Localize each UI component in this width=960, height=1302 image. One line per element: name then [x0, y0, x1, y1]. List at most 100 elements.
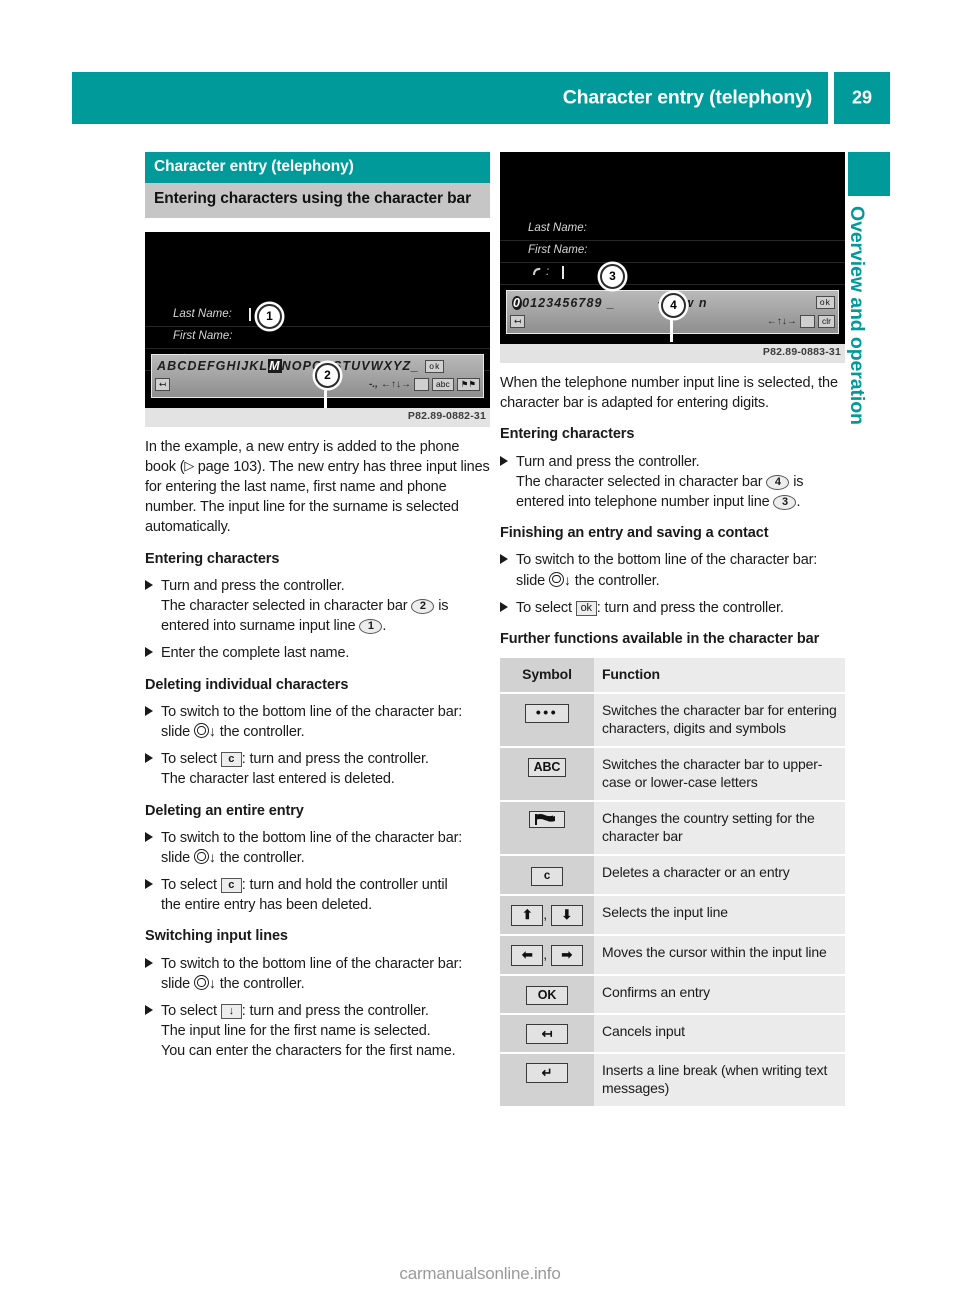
step-cont-a: The character selected in character bar — [161, 598, 408, 615]
line-break-key-icon: ↵ — [526, 1062, 568, 1083]
callout-ref-3-icon: 3 — [773, 494, 797, 510]
page-number: 29 — [851, 87, 873, 108]
symbol-cell-cancel: ↤ — [500, 1013, 594, 1054]
page-header: Character entry (telephony) 29 — [72, 72, 890, 124]
delete-key-icon: c — [531, 866, 563, 886]
ellipsis-key-icon: ••• — [524, 703, 570, 723]
controller-icon — [193, 849, 209, 865]
section-heading: Character entry (telephony) — [145, 152, 490, 183]
character-bar-selected-letter: M — [268, 359, 282, 374]
table-row: OK Confirms an entry — [500, 974, 845, 1015]
heading-further-functions: Further functions available in the chara… — [500, 630, 820, 647]
callout-4: 4 — [661, 293, 686, 318]
step-cont-a: The character selected in character bar — [516, 473, 763, 490]
step-continuation: The character selected in character bar … — [161, 596, 490, 636]
character-bar-space-key[interactable] — [799, 314, 816, 328]
symbol-cell-dots: ••• — [500, 692, 594, 748]
step-text-suffix: : turn and press the controller. — [241, 751, 429, 768]
step-enter-last-name: Enter the complete last name. — [145, 643, 490, 663]
function-cell: Switches the character bar for entering … — [594, 692, 845, 748]
cancel-key-icon: ↤ — [526, 1023, 568, 1044]
symbol-cell-updown: ⬆, ⬇ — [500, 894, 594, 936]
callout-ref-1-icon: 1 — [359, 619, 383, 635]
text-cursor — [562, 266, 564, 279]
callout-1: 1 — [257, 303, 282, 329]
step-bullet-icon — [500, 601, 508, 612]
step-bullet-icon — [145, 580, 153, 590]
down-arrow-key-icon: ⬇ — [550, 904, 583, 926]
slide-down-icon: ↓ — [563, 571, 571, 588]
left-column: Character entry (telephony) Entering cha… — [145, 152, 490, 1062]
step-continuation: the entire entry has been deleted. — [161, 897, 372, 914]
figure-caption-row-1: P82.89-0882-31 — [145, 407, 490, 427]
step-text-suffix: : turn and press the controller. — [596, 599, 784, 616]
symbol-cell-ok: OK — [500, 974, 594, 1015]
heading-entering-characters-left: Entering characters — [145, 550, 280, 567]
heading-deleting-entire-entry: Deleting an entire entry — [145, 802, 304, 819]
step-bullet-icon — [145, 831, 153, 842]
step-text-suffix: : turn and press the controller. — [241, 1003, 429, 1020]
step-text-prefix: To select — [161, 751, 217, 768]
watermark: carmanualsonline.info — [399, 1264, 561, 1283]
controller-icon — [548, 571, 564, 587]
step-select-down-arrow: To select ↓: turn and press the controll… — [145, 1001, 490, 1061]
step-bullet-icon — [145, 705, 153, 716]
character-bar-space: _ — [411, 359, 420, 374]
step-text: Turn and press the controller. — [161, 578, 345, 594]
table-row: c Deletes a character or an entry — [500, 854, 845, 896]
character-bar-digits-text: 0123456789 _ — [522, 295, 616, 310]
page-number-box: 29 — [834, 72, 890, 124]
page-reference[interactable]: page 103 — [198, 459, 257, 475]
character-bar-ok-key[interactable]: ok — [815, 296, 835, 309]
character-bar-cancel-key[interactable]: ↤ — [510, 314, 526, 328]
character-bar-abc-key[interactable]: abc — [432, 378, 454, 392]
step-text-b: the controller. — [219, 976, 305, 992]
screen-label-phone: : — [546, 266, 550, 278]
text-cursor — [249, 307, 251, 321]
screen-row-phone — [500, 262, 845, 285]
character-bar-cancel-key[interactable]: ↤ — [155, 378, 171, 392]
screen-label-last-name: Last Name: — [173, 307, 232, 320]
symbol-cell-leftright: ⬅, ➡ — [500, 934, 594, 976]
country-flag-key-icon — [529, 810, 565, 828]
step-switch-bottom-line-1: To switch to the bottom line of the char… — [145, 702, 490, 742]
heading-finishing-entry: Finishing an entry and saving a contact — [500, 525, 769, 542]
table-row: ↵ Inserts a line break (when writing tex… — [500, 1052, 845, 1108]
screen-label-last-name: Last Name: — [528, 222, 587, 234]
character-bar-arrows[interactable]: ←↑↓→ — [381, 379, 411, 390]
intro-paragraph-left: In the example, a new entry is added to … — [145, 437, 490, 538]
left-arrow-key-icon: ⬅ — [511, 944, 544, 966]
character-bar-selected-digit: 0 — [512, 295, 523, 310]
symbol-cell-enter: ↵ — [500, 1052, 594, 1108]
table-row: ABC Switches the character bar to upper-… — [500, 746, 845, 802]
table-row: ↤ Cancels input — [500, 1013, 845, 1054]
slide-down-icon: ↓ — [208, 723, 216, 740]
slide-down-icon: ↓ — [208, 975, 216, 991]
step-text: Turn and press the controller. — [516, 453, 700, 470]
figure-caption-row-2: P82.89-0883-31 — [500, 344, 845, 363]
step-bullet-icon — [145, 957, 153, 968]
right-arrow-key-icon: ➡ — [550, 944, 583, 966]
intro-paragraph-right: When the telephone number input line is … — [500, 375, 838, 412]
step-bullet-icon — [500, 455, 508, 466]
up-arrow-key-icon: ⬆ — [511, 904, 544, 926]
character-bar-ok-key[interactable]: ok — [425, 359, 445, 373]
character-bar-letters-b: NOPQRSTUVWXYZ — [281, 359, 412, 374]
callout-ref-4-icon: 4 — [766, 474, 790, 490]
step-text-prefix: To select — [161, 1003, 217, 1020]
step-switch-bottom-line-right: To switch to the bottom line of the char… — [500, 550, 845, 590]
character-bar-flag-key[interactable]: ⚑⚑ — [456, 378, 480, 392]
column-header-function: Function — [594, 658, 845, 694]
character-bar-arrows[interactable]: ←↑↓→ — [767, 316, 797, 327]
screen-label-first-name: First Name: — [173, 329, 233, 342]
character-bar-clear-key[interactable]: clr — [818, 314, 835, 328]
character-bar-space-key[interactable] — [413, 378, 430, 392]
step-switch-bottom-line-3: To switch to the bottom line of the char… — [145, 954, 490, 994]
table-row: ⬆, ⬇ Selects the input line — [500, 894, 845, 936]
function-cell: Confirms an entry — [594, 974, 845, 1015]
step-turn-press-controller-left: Turn and press the controller. The chara… — [145, 576, 490, 636]
page-ref-icon: ▷ — [184, 458, 198, 474]
step-text-suffix: : turn and hold the controller until — [241, 877, 448, 894]
callout-3: 3 — [600, 264, 625, 289]
step-continuation-b: You can enter the characters for the fir… — [161, 1043, 456, 1060]
